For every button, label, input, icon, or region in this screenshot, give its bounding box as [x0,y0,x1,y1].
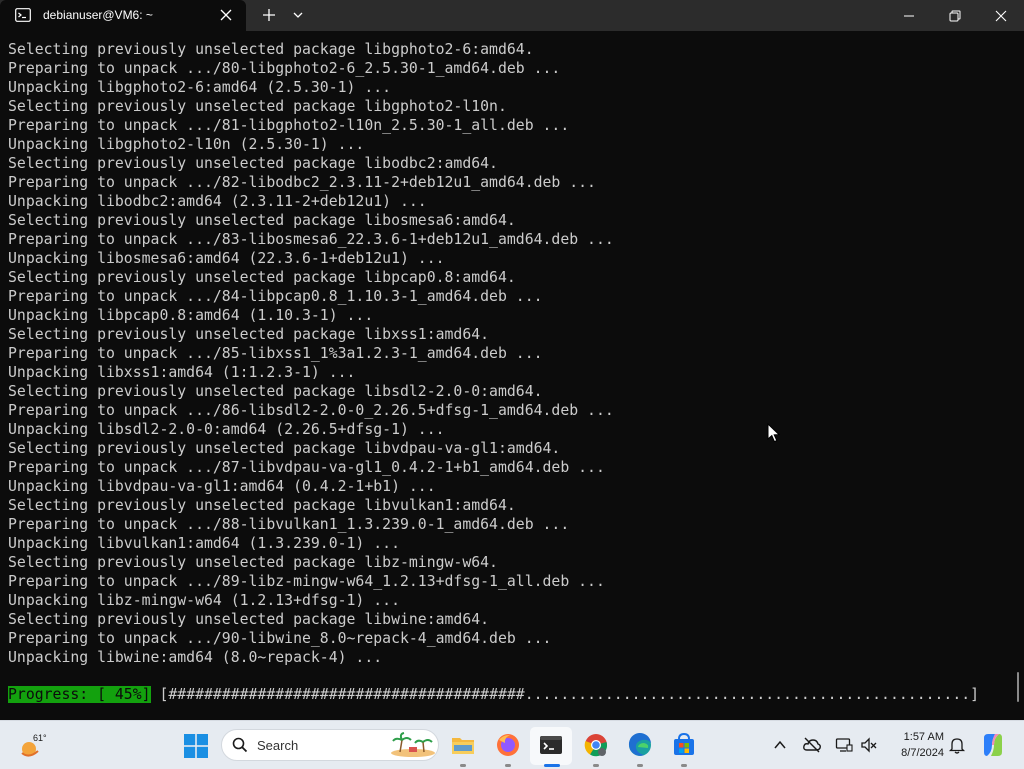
app-running-indicator [681,764,687,767]
close-tab-icon[interactable] [219,8,233,22]
minimize-icon [904,15,914,17]
terminal-icon[interactable] [537,731,565,759]
output-line: Preparing to unpack .../80-libgphoto2-6_… [8,60,561,77]
system-clock[interactable]: 1:57 AM 8/7/2024 [890,729,944,761]
output-line: Unpacking libpcap0.8:amd64 (1.10.3-1) ..… [8,307,374,324]
app-running-indicator [460,764,466,767]
output-line: Preparing to unpack .../83-libosmesa6_22… [8,231,614,248]
output-line: Selecting previously unselected package … [8,155,498,172]
output-lines: Selecting previously unselected package … [8,40,614,667]
output-line: Unpacking libodbc2:amd64 (2.3.11-2+deb12… [8,193,427,210]
firefox-icon[interactable] [494,731,522,759]
output-line: Preparing to unpack .../88-libvulkan1_1.… [8,516,570,533]
output-line: Selecting previously unselected package … [8,497,516,514]
restore-button[interactable] [932,0,978,31]
app-running-indicator [593,764,599,767]
progress-label: Progress: [ 45%] [8,686,151,703]
title-bar: debianuser@VM6: ~ [0,0,1024,31]
output-line: Preparing to unpack .../84-libpcap0.8_1.… [8,288,543,305]
close-icon [995,10,1007,22]
scrollbar-thumb[interactable] [1017,672,1019,702]
output-line: Preparing to unpack .../85-libxss1_1%3a1… [8,345,543,362]
output-line: Preparing to unpack .../87-libvdpau-va-g… [8,459,605,476]
app-running-indicator [505,764,511,767]
cloud-offline-icon[interactable] [803,736,821,754]
search-placeholder: Search [257,738,299,753]
chevron-up-icon[interactable] [771,736,789,754]
output-line: Unpacking libsdl2-2.0-0:amd64 (2.26.5+df… [8,421,445,438]
output-line: Preparing to unpack .../86-libsdl2-2.0-0… [8,402,614,419]
windows-start-icon[interactable] [184,734,208,758]
output-line: Selecting previously unselected package … [8,269,516,286]
weather-temperature: 61° [33,733,47,743]
folder-icon[interactable] [449,731,477,759]
output-line: Selecting previously unselected package … [8,440,561,457]
output-line: Selecting previously unselected package … [8,212,516,229]
output-line: Preparing to unpack .../81-libgphoto2-l1… [8,117,570,134]
output-line: Unpacking libwine:amd64 (8.0~repack-4) .… [8,649,383,666]
minimize-button[interactable] [886,0,932,31]
output-line: Unpacking libosmesa6:amd64 (22.3.6-1+deb… [8,250,445,267]
new-tab-plus-icon[interactable] [262,8,276,22]
close-window-button[interactable] [978,0,1024,31]
progress-bar-text: [#######################################… [159,686,980,703]
terminal-icon [15,8,31,22]
taskbar: 61° Search 1:57 AM 8/7/2024 [0,720,1024,769]
search-icon [232,737,248,753]
mouse-pointer-icon [767,423,781,443]
output-line: Unpacking libz-mingw-w64 (1.2.13+dfsg-1)… [8,592,400,609]
output-line: Selecting previously unselected package … [8,554,498,571]
output-line: Preparing to unpack .../90-libwine_8.0~r… [8,630,552,647]
output-line: Unpacking libvdpau-va-gl1:amd64 (0.4.2-1… [8,478,436,495]
output-line: Preparing to unpack .../89-libz-mingw-w6… [8,573,605,590]
taskbar-search-box[interactable]: Search [221,729,439,761]
tab-title: debianuser@VM6: ~ [43,8,153,22]
weather-widget[interactable]: 61° [18,731,62,761]
clock-time: 1:57 AM [903,731,944,743]
output-line: Preparing to unpack .../82-libodbc2_2.3.… [8,174,596,191]
output-line: Selecting previously unselected package … [8,41,534,58]
copilot-icon[interactable] [980,732,1006,758]
chrome-icon[interactable] [582,731,610,759]
output-line: Unpacking libgphoto2-6:amd64 (2.5.30-1) … [8,79,392,96]
chevron-down-icon[interactable] [292,10,304,20]
terminal-output[interactable]: Selecting previously unselected package … [0,31,1024,720]
network-monitor-icon[interactable] [835,736,853,754]
restore-icon [949,10,961,22]
store-icon[interactable] [670,731,698,759]
output-line: Unpacking libxss1:amd64 (1:1.2.3-1) ... [8,364,356,381]
terminal-tab[interactable]: debianuser@VM6: ~ [0,0,246,31]
active-app-indicator [544,764,560,767]
progress-indicator: Progress: [ 45%] [######################… [8,685,979,704]
output-line: Selecting previously unselected package … [8,611,490,628]
app-running-indicator [637,764,643,767]
notification-bell-icon[interactable] [948,736,966,754]
edge-icon[interactable] [626,731,654,759]
output-line: Unpacking libgphoto2-l10n (2.5.30-1) ... [8,136,365,153]
clock-date: 8/7/2024 [901,747,944,759]
output-line: Selecting previously unselected package … [8,383,543,400]
output-line: Selecting previously unselected package … [8,326,490,343]
output-line: Unpacking libvulkan1:amd64 (1.3.239.0-1)… [8,535,400,552]
speaker-muted-icon[interactable] [860,736,878,754]
output-line: Selecting previously unselected package … [8,98,507,115]
search-highlight-beach-icon [391,732,435,757]
